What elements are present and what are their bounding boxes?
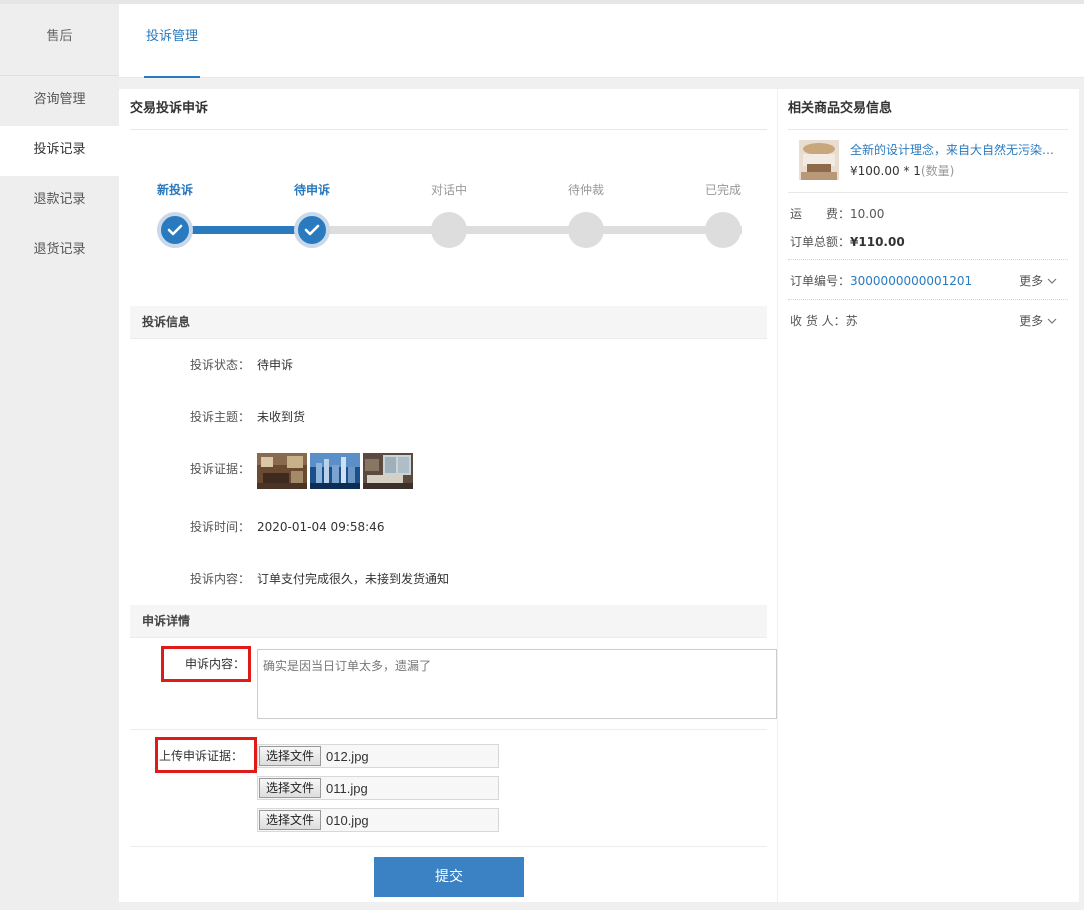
step-in-dialog: 对话中	[419, 181, 479, 248]
complaint-status-label: 投诉状态：	[189, 358, 250, 372]
complaint-status-value: 待申诉	[257, 358, 294, 372]
appeal-details-heading: 申诉详情	[130, 605, 767, 638]
chevron-down-icon	[1047, 278, 1057, 284]
complaint-time-row: 投诉时间： 2020-01-04 09:58:46	[130, 517, 767, 537]
total-value: ¥110.00	[850, 235, 905, 249]
sidebar-item-consult[interactable]: 咨询管理	[0, 76, 119, 126]
receiver-value: 苏	[845, 314, 858, 328]
order-info-title: 相关商品交易信息	[788, 101, 893, 116]
choose-file-button[interactable]: 选择文件	[259, 778, 321, 798]
step-label: 新投诉	[156, 183, 193, 197]
step-label: 对话中	[430, 183, 467, 197]
divider	[130, 846, 767, 847]
progress-steps: 新投诉 待申诉 对话中 待仲裁 已完成	[157, 181, 747, 248]
more-label: 更多	[1019, 274, 1044, 288]
upload-evidence-label: 上传申诉证据：	[159, 749, 244, 763]
complaint-subject-label: 投诉主题：	[189, 410, 250, 424]
tab-complaint-management[interactable]: 投诉管理	[144, 4, 200, 78]
receiver-more-toggle[interactable]: 更多	[1019, 312, 1057, 330]
shipping-value: 10.00	[850, 207, 885, 221]
sidebar: 售后 咨询管理 投诉记录 退款记录 退货记录	[0, 4, 119, 910]
product-price-value: ¥100.00 * 1	[850, 164, 921, 178]
file-input-2[interactable]: 选择文件 011.jpg	[257, 776, 499, 800]
main-panel: 交易投诉申诉 新投诉 待申诉 对话中 待仲裁 已完成 投诉信息 投诉状态： 待申…	[119, 89, 777, 902]
step-new-complaint: 新投诉	[145, 181, 205, 248]
step-pending-appeal: 待申诉	[282, 181, 342, 248]
check-icon	[294, 212, 330, 248]
evidence-thumbnail-living-room[interactable]	[257, 453, 307, 489]
submit-button[interactable]: 提交	[374, 857, 524, 897]
file-input-3[interactable]: 选择文件 010.jpg	[257, 808, 499, 832]
file-name: 012.jpg	[326, 749, 369, 764]
choose-file-button[interactable]: 选择文件	[259, 810, 321, 830]
step-pending-arbitration: 待仲裁	[556, 181, 616, 248]
complaint-content-value: 订单支付完成很久，未接到发货通知	[257, 572, 450, 586]
complaint-status-row: 投诉状态： 待申诉	[130, 355, 767, 375]
more-label: 更多	[1019, 314, 1044, 328]
divider	[788, 299, 1068, 300]
total-row: 订单总额：¥110.00	[790, 233, 905, 251]
product-name-link[interactable]: 全新的设计理念，来自大自然无污染的木材	[850, 141, 1058, 159]
order-info-panel: 相关商品交易信息 全新的设计理念，来自大自然无污染的木材 ¥100.00 * 1…	[778, 89, 1079, 902]
step-dot	[705, 212, 741, 248]
appeal-content-label: 申诉内容：	[185, 657, 246, 671]
evidence-thumbnail-room[interactable]	[363, 453, 413, 489]
complaint-info-heading: 投诉信息	[130, 306, 767, 339]
page-title: 交易投诉申诉	[130, 89, 767, 130]
complaint-evidence-row: 投诉证据：	[130, 453, 767, 495]
choose-file-button[interactable]: 选择文件	[259, 746, 321, 766]
file-name: 011.jpg	[326, 781, 368, 796]
divider	[788, 129, 1068, 130]
file-input-1[interactable]: 选择文件 012.jpg	[257, 744, 499, 768]
appeal-content-input[interactable]: 确实是因当日订单太多，遗漏了	[257, 649, 777, 719]
step-label: 已完成	[704, 183, 741, 197]
sidebar-item-returns[interactable]: 退货记录	[0, 226, 119, 276]
sidebar-header: 售后	[0, 4, 119, 76]
complaint-content-row: 投诉内容： 订单支付完成很久，未接到发货通知	[130, 569, 767, 589]
complaint-content-label: 投诉内容：	[189, 572, 250, 586]
order-number-row: 订单编号：3000000000001201	[790, 272, 972, 290]
product-qty-label: (数量)	[920, 164, 955, 178]
complaint-subject-row: 投诉主题： 未收到货	[130, 407, 767, 427]
total-label: 订单总额：	[790, 235, 851, 249]
product-thumbnail[interactable]	[799, 140, 839, 180]
product-price: ¥100.00 * 1(数量)	[850, 162, 954, 180]
step-dot	[568, 212, 604, 248]
check-icon	[157, 212, 193, 248]
step-label: 待仲裁	[567, 183, 604, 197]
divider	[788, 192, 1068, 193]
complaint-evidence-label: 投诉证据：	[189, 462, 250, 476]
shipping-label: 运 费：	[790, 207, 851, 221]
complaint-time-label: 投诉时间：	[189, 520, 250, 534]
divider	[130, 729, 767, 730]
header-tabs: 投诉管理	[119, 4, 1084, 78]
order-more-toggle[interactable]: 更多	[1019, 272, 1057, 290]
receiver-label: 收 货 人：	[790, 314, 846, 328]
file-name: 010.jpg	[326, 813, 369, 828]
receiver-row: 收 货 人：苏	[790, 312, 858, 330]
order-number-link[interactable]: 3000000000001201	[850, 274, 972, 288]
divider	[788, 259, 1068, 260]
order-number-label: 订单编号：	[790, 274, 851, 288]
sidebar-item-refunds[interactable]: 退款记录	[0, 176, 119, 226]
chevron-down-icon	[1047, 318, 1057, 324]
step-dot	[431, 212, 467, 248]
evidence-thumbnail-city[interactable]	[310, 453, 360, 489]
complaint-time-value: 2020-01-04 09:58:46	[257, 520, 385, 534]
step-label: 待申诉	[293, 183, 330, 197]
step-completed: 已完成	[693, 181, 753, 248]
sidebar-item-complaints[interactable]: 投诉记录	[0, 126, 119, 176]
complaint-subject-value: 未收到货	[257, 410, 306, 424]
shipping-row: 运 费：10.00	[790, 205, 884, 223]
